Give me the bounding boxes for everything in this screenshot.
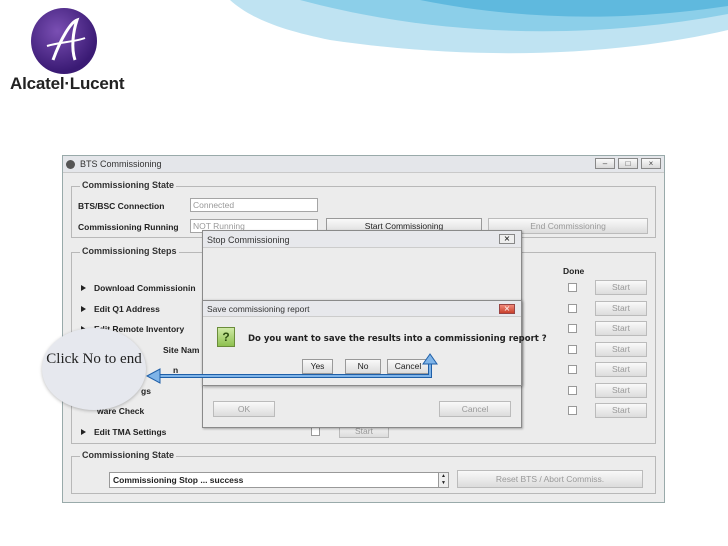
slide: Alcatel·Lucent BTS Commissioning – □ × C…: [0, 0, 728, 546]
callout-arrow-icon: [145, 353, 438, 384]
